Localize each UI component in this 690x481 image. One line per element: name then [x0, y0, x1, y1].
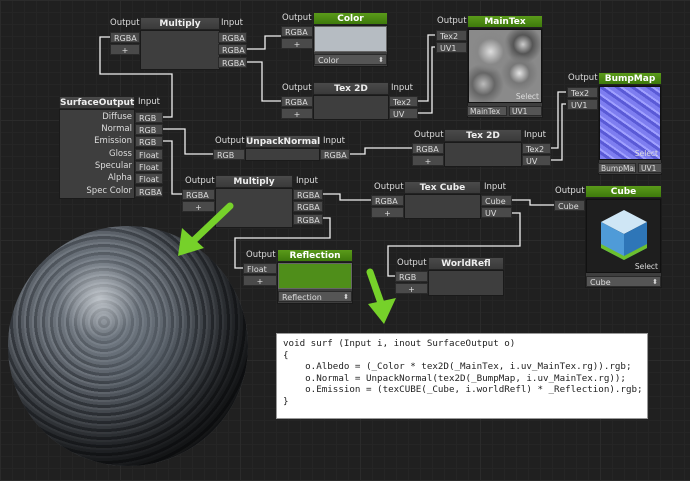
- worldrefl-body: [428, 270, 504, 296]
- maintex-title[interactable]: MainTex: [467, 15, 543, 28]
- bumpmap-select-button[interactable]: Select: [635, 149, 658, 158]
- reflection-output-add[interactable]: +: [243, 275, 277, 286]
- chevron-updown-icon: ⬍: [652, 278, 658, 286]
- maintex-preview[interactable]: Select: [468, 29, 542, 103]
- multiply-input-2[interactable]: RGBA: [218, 44, 247, 55]
- tex2d-a-uv-port[interactable]: UV: [389, 108, 418, 119]
- surface-diffuse-port[interactable]: RGB: [135, 112, 163, 123]
- preview-sphere[interactable]: [8, 226, 248, 466]
- multiply-title[interactable]: Multiply: [140, 17, 220, 30]
- texcube-cube-port[interactable]: Cube: [481, 195, 512, 206]
- shader-code-panel: void surf (Input i, inout SurfaceOutput …: [276, 333, 648, 419]
- reflection-output-port[interactable]: Float: [243, 263, 277, 274]
- surface-specular-port[interactable]: Float: [135, 161, 163, 172]
- bumpmap-preview[interactable]: Select: [599, 86, 661, 160]
- maintex-uv-dropdown[interactable]: UV1: [509, 106, 542, 116]
- tex2d-b-body: [444, 142, 522, 167]
- down-arrow-icon: [366, 268, 396, 324]
- tex2d-b-uv-port[interactable]: UV: [522, 155, 551, 166]
- multiply-output-port[interactable]: RGBA: [110, 32, 140, 43]
- code-line: o.Emission = (texCUBE(_Cube, i.worldRefl…: [283, 384, 643, 395]
- texcube-output-add[interactable]: +: [371, 207, 404, 218]
- code-line: o.Normal = UnpackNormal(tex2D(_BumpMap, …: [283, 372, 626, 384]
- color-output-port[interactable]: RGBA: [281, 26, 313, 37]
- color-output-add[interactable]: +: [281, 38, 313, 49]
- bumpmap-name-field[interactable]: BumpMap: [598, 163, 636, 173]
- code-line: void surf (Input i, inout SurfaceOutput …: [283, 338, 516, 349]
- tex2d-b-tex2-port[interactable]: Tex2: [522, 143, 551, 154]
- chevron-updown-icon: ⬍: [343, 293, 349, 301]
- down-left-arrow-icon: [178, 202, 234, 256]
- texcube-output-port[interactable]: RGBA: [371, 195, 404, 206]
- texcube-uv-port[interactable]: UV: [481, 207, 512, 218]
- multiply-input-3[interactable]: RGBA: [218, 57, 247, 68]
- code-line: o.Albedo = (_Color * tex2D(_MainTex, i.u…: [283, 361, 632, 372]
- cube-select-button[interactable]: Select: [635, 262, 658, 271]
- tex2d-b-output-add[interactable]: +: [412, 155, 444, 166]
- tex2d-a-output-port[interactable]: RGBA: [281, 96, 313, 107]
- multiply-mid-input-2[interactable]: RGBA: [293, 201, 323, 212]
- tex2d-a-title[interactable]: Tex 2D: [313, 82, 389, 95]
- cube-preview[interactable]: Select: [586, 199, 661, 273]
- cube-title[interactable]: Cube: [585, 185, 662, 198]
- unpack-normal-body: [245, 148, 320, 161]
- chevron-updown-icon: ⬍: [378, 56, 384, 64]
- tex2d-b-output-port[interactable]: RGBA: [412, 143, 444, 154]
- unpack-normal-title[interactable]: UnpackNormal: [245, 135, 320, 148]
- tex2d-a-body: [313, 95, 389, 120]
- multiply-mid-input-1[interactable]: RGBA: [293, 189, 323, 200]
- reflection-title[interactable]: Reflection: [277, 249, 353, 262]
- tex2d-b-title[interactable]: Tex 2D: [444, 129, 522, 142]
- multiply-output-add[interactable]: +: [110, 44, 140, 55]
- reflection-swatch[interactable]: [278, 263, 352, 289]
- bumpmap-tex2-port[interactable]: Tex2: [567, 87, 598, 98]
- color-swatch[interactable]: [314, 26, 387, 52]
- tex2d-a-output-add[interactable]: +: [281, 108, 313, 119]
- surface-output-title[interactable]: SurfaceOutput: [59, 96, 135, 109]
- cube-dropdown[interactable]: Cube ⬍: [586, 276, 661, 287]
- code-line: }: [283, 395, 289, 407]
- maintex-select-button[interactable]: Select: [516, 92, 539, 101]
- reflection-dropdown[interactable]: Reflection ⬍: [278, 291, 352, 302]
- multiply-mid-output-port[interactable]: RGBA: [182, 189, 215, 200]
- maintex-name-field[interactable]: MainTex: [467, 106, 507, 116]
- bumpmap-uv1-port[interactable]: UV1: [567, 99, 598, 110]
- surface-emission-port[interactable]: RGB: [135, 136, 163, 147]
- maintex-tex2-port[interactable]: Tex2: [436, 30, 467, 41]
- bumpmap-title[interactable]: BumpMap: [598, 72, 662, 85]
- multiply-input-1[interactable]: RGBA: [218, 32, 247, 43]
- surface-alpha-port[interactable]: Float: [135, 173, 163, 184]
- multiply-mid-title[interactable]: Multiply: [215, 175, 293, 188]
- code-line: {: [283, 349, 289, 361]
- color-title[interactable]: Color: [313, 12, 388, 25]
- color-dropdown[interactable]: Color ⬍: [314, 54, 387, 65]
- surface-speccolor-port[interactable]: RGBA: [135, 186, 163, 197]
- texcube-title[interactable]: Tex Cube: [404, 181, 481, 194]
- worldrefl-title[interactable]: WorldRefl: [428, 257, 504, 270]
- texcube-body: [404, 194, 481, 219]
- unpack-input-port[interactable]: RGBA: [320, 149, 350, 160]
- maintex-uv1-port[interactable]: UV1: [436, 42, 467, 53]
- surface-gloss-port[interactable]: Float: [135, 149, 163, 160]
- multiply-mid-input-3[interactable]: RGBA: [293, 214, 323, 225]
- bumpmap-uv-dropdown[interactable]: UV1: [638, 163, 662, 173]
- multiply-body: [140, 30, 220, 70]
- surface-normal-port[interactable]: RGB: [135, 124, 163, 135]
- unpack-output-port[interactable]: RGB: [213, 149, 245, 160]
- tex2d-a-tex2-port[interactable]: Tex2: [389, 96, 418, 107]
- cube-output-port[interactable]: Cube: [554, 200, 585, 211]
